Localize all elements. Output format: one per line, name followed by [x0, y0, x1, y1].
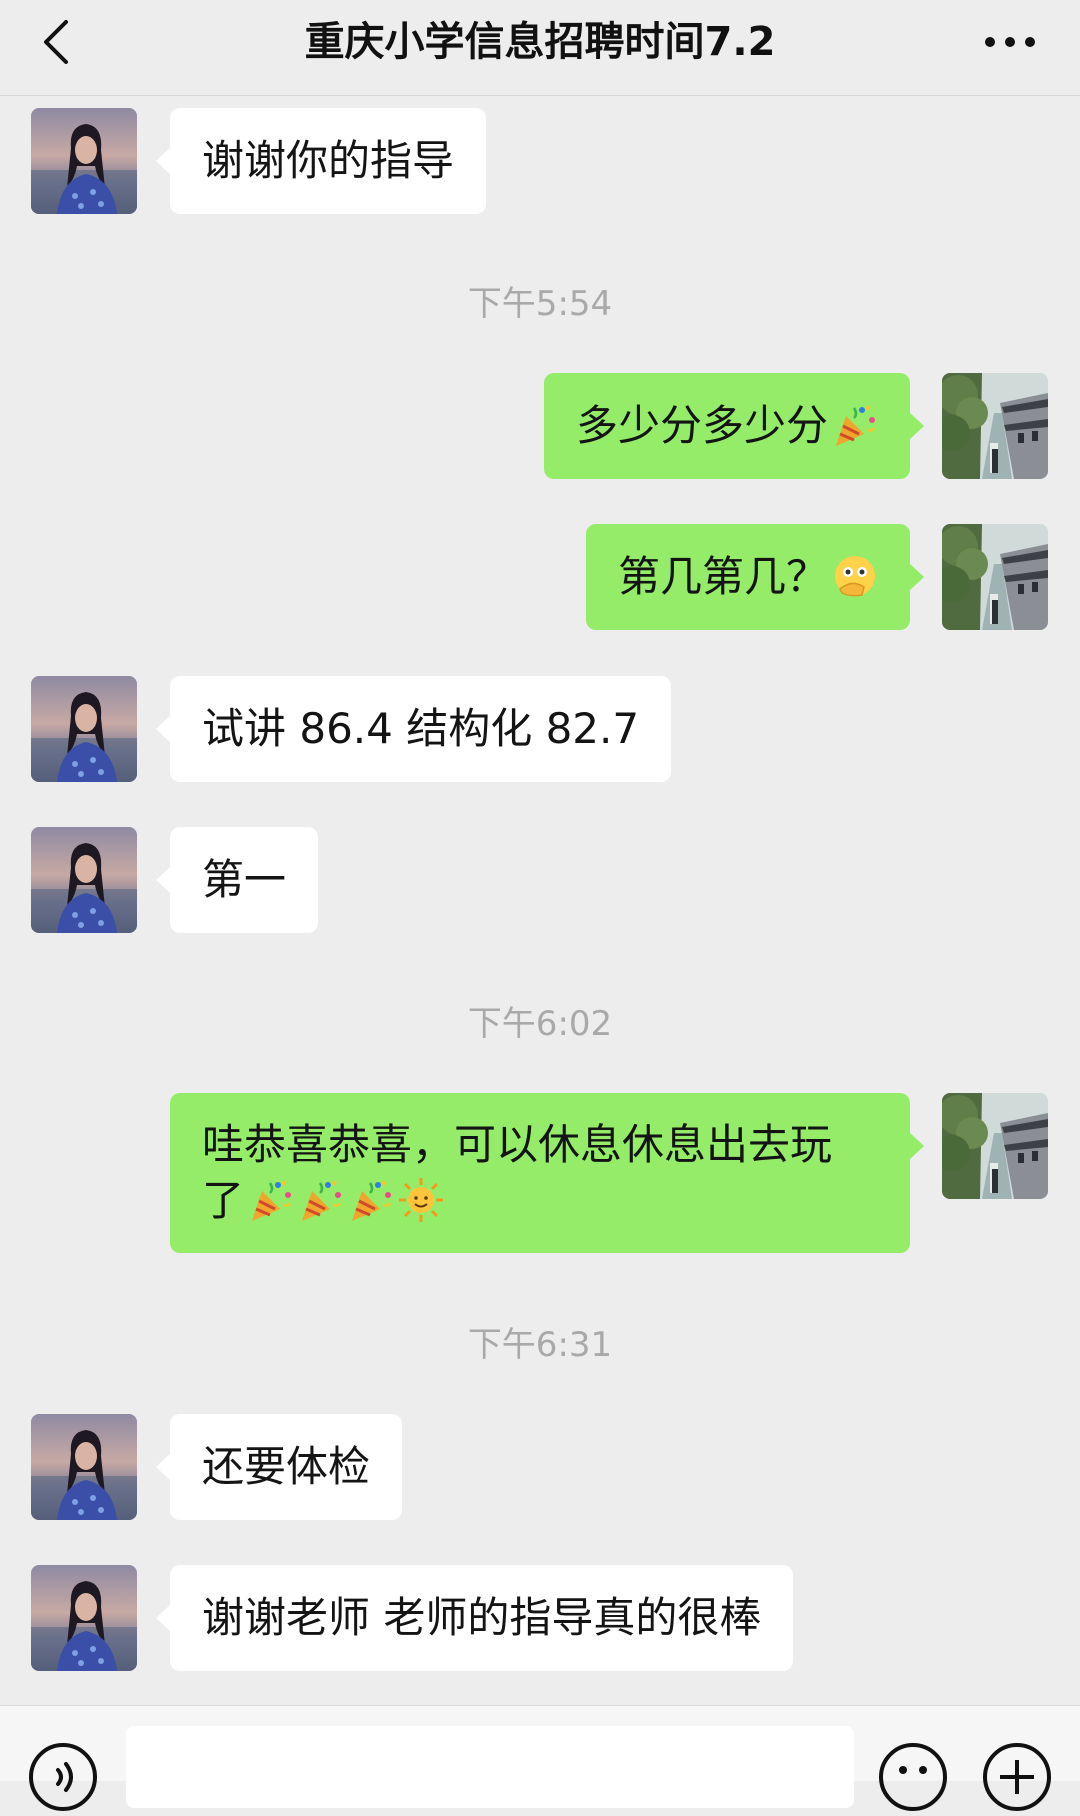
contact-avatar[interactable]: [31, 1414, 137, 1520]
chevron-left-icon: [44, 20, 68, 64]
input-bar: [0, 1705, 1080, 1811]
plus-button[interactable]: [982, 1742, 1052, 1812]
incoming-message[interactable]: 第一: [155, 827, 319, 933]
message-text-line: 了: [202, 1176, 245, 1225]
message-text: 试讲 86.4 结构化 82.7: [202, 704, 640, 753]
incoming-message[interactable]: 试讲 86.4 结构化 82.7: [155, 676, 672, 782]
chat-header: 重庆小学信息招聘时间7.2: [0, 0, 1080, 96]
emoji-icon: [879, 1743, 947, 1811]
outgoing-message[interactable]: 多少分多少分: [543, 373, 925, 479]
sun-emoji: [398, 1177, 444, 1223]
message-text: 第几第几？: [617, 552, 828, 601]
party-popper-emoji: [248, 1177, 294, 1223]
message-input[interactable]: [126, 1726, 854, 1808]
incoming-message[interactable]: 还要体检: [155, 1414, 403, 1520]
message-text-line: 哇恭喜恭喜，可以休息休息出去玩: [202, 1120, 833, 1169]
my-avatar[interactable]: [942, 373, 1048, 479]
more-button[interactable]: [980, 20, 1040, 64]
emoji-button[interactable]: [878, 1742, 948, 1812]
party-popper-emoji: [832, 402, 878, 448]
message-text: 谢谢老师 老师的指导真的很棒: [202, 1593, 762, 1642]
contact-avatar[interactable]: [31, 676, 137, 782]
message-text: 谢谢你的指导: [202, 136, 455, 185]
contact-avatar[interactable]: [31, 827, 137, 933]
message-text: 多少分多少分: [575, 401, 828, 450]
message-list: 谢谢你的指导 下午5:54 多少分多少分 第几第几？ 试讲 86.4 结构化 8…: [0, 96, 1080, 1705]
hand-over-mouth-emoji: [832, 553, 878, 599]
contact-avatar[interactable]: [31, 108, 137, 214]
incoming-message[interactable]: 谢谢你的指导: [155, 108, 487, 214]
more-dots-icon: [985, 37, 1035, 47]
my-avatar[interactable]: [942, 1093, 1048, 1199]
party-popper-emoji: [298, 1177, 344, 1223]
my-avatar[interactable]: [942, 524, 1048, 630]
plus-icon: [983, 1743, 1051, 1811]
message-text: 第一: [202, 855, 287, 904]
message-text: 还要体检: [202, 1442, 371, 1491]
outgoing-message[interactable]: 哇恭喜恭喜，可以休息休息出去玩 了: [170, 1093, 924, 1253]
back-button[interactable]: [34, 14, 78, 70]
outgoing-message[interactable]: 第几第几？: [585, 524, 925, 630]
chat-title: 重庆小学信息招聘时间7.2: [304, 19, 776, 65]
incoming-message[interactable]: 谢谢老师 老师的指导真的很棒: [155, 1565, 794, 1671]
timestamp: 下午6:31: [467, 1325, 613, 1365]
contact-avatar[interactable]: [31, 1565, 137, 1671]
timestamp: 下午6:02: [467, 1004, 613, 1044]
voice-button[interactable]: [28, 1742, 98, 1812]
voice-icon: [29, 1743, 97, 1811]
party-popper-emoji: [348, 1177, 394, 1223]
timestamp: 下午5:54: [467, 284, 613, 324]
